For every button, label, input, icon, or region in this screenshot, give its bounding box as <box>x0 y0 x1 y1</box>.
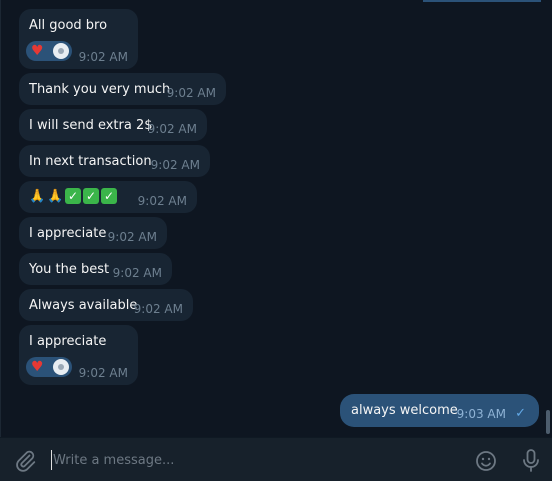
message-text: I appreciate <box>29 334 107 349</box>
previous-message-edge <box>423 0 541 2</box>
message-bubble[interactable]: Always available 9:02 AM <box>19 289 193 321</box>
heart-reaction-icon: ♥ <box>31 359 44 375</box>
message-bubble[interactable]: I appreciate ♥ 9:02 AM <box>19 325 138 385</box>
chat-scrollbar[interactable] <box>546 410 550 434</box>
check-mark-icon: ✓ <box>65 188 81 204</box>
message-bubble[interactable]: Thank you very much 9:02 AM <box>19 73 226 105</box>
message-text: I appreciate <box>29 226 107 241</box>
message-text: I will send extra 2$ <box>29 118 153 133</box>
message-input[interactable] <box>53 450 453 470</box>
outgoing-message-bubble[interactable]: always welcome 9:03 AM ✓ <box>340 394 539 427</box>
message-composer <box>0 437 552 481</box>
text-cursor <box>51 450 52 470</box>
message-time: 9:02 AM <box>133 302 183 316</box>
message-time: 9:02 AM <box>112 266 162 280</box>
message-text: always welcome <box>351 403 458 418</box>
paperclip-icon[interactable] <box>13 449 37 473</box>
message-time: 9:03 AM <box>456 407 506 421</box>
microphone-icon[interactable] <box>519 448 543 474</box>
message-bubble[interactable]: You the best 9:02 AM <box>19 253 172 285</box>
message-text: All good bro <box>29 18 108 33</box>
smiley-icon[interactable] <box>474 449 498 473</box>
message-time: 9:02 AM <box>78 366 128 380</box>
message-time: 9:02 AM <box>78 50 128 64</box>
message-time: 9:02 AM <box>150 158 200 172</box>
check-icon: ✓ <box>515 406 526 421</box>
heart-reaction-icon: ♥ <box>31 43 44 59</box>
folded-hands-icon: 🙏 <box>47 189 64 204</box>
reactor-avatar <box>53 43 69 59</box>
check-mark-icon: ✓ <box>101 188 117 204</box>
message-time: 9:02 AM <box>147 122 197 136</box>
message-bubble[interactable]: In next transaction 9:02 AM <box>19 145 210 177</box>
message-text: Always available <box>29 298 138 313</box>
check-mark-icon: ✓ <box>83 188 99 204</box>
message-time: 9:02 AM <box>137 194 187 208</box>
folded-hands-icon: 🙏 <box>29 189 46 204</box>
message-reactions[interactable]: ♥ <box>26 357 72 377</box>
message-time: 9:02 AM <box>166 86 216 100</box>
message-text: You the best <box>29 262 110 277</box>
message-bubble[interactable]: I will send extra 2$ 9:02 AM <box>19 109 207 141</box>
message-bubble[interactable]: 🙏🙏✅✅✅ 🙏 🙏 ✓ ✓ ✓ 9:02 AM <box>19 181 197 213</box>
message-bubble[interactable]: I appreciate 9:02 AM <box>19 217 167 249</box>
message-text: Thank you very much <box>29 82 171 97</box>
message-reactions[interactable]: ♥ <box>26 41 72 61</box>
message-text: In next transaction <box>29 154 152 169</box>
emoji-row: 🙏 🙏 ✓ ✓ ✓ <box>29 188 117 205</box>
chat-history[interactable]: All good bro ♥ 9:02 AM Thank you very mu… <box>0 0 552 437</box>
reactor-avatar <box>53 359 69 375</box>
message-bubble[interactable]: All good bro ♥ 9:02 AM <box>19 9 138 69</box>
message-time: 9:02 AM <box>107 230 157 244</box>
